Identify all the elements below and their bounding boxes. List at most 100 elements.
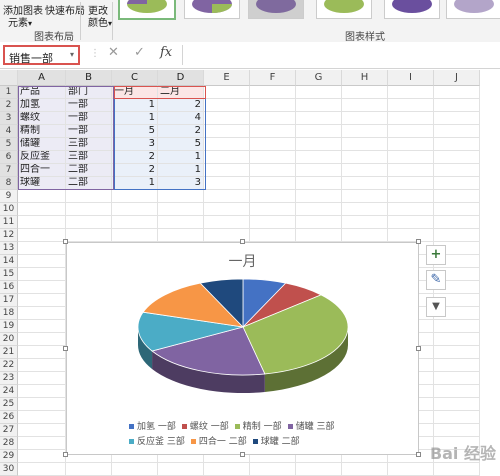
cell[interactable]: 5 [158,138,204,151]
cell[interactable] [434,398,480,411]
chart-style-1-thumbnail[interactable] [118,0,176,20]
cell[interactable] [434,177,480,190]
cell[interactable] [388,203,434,216]
cell[interactable] [158,190,204,203]
cell[interactable] [18,268,66,281]
row-header-21[interactable]: 21 [0,346,18,359]
row-header-2[interactable]: 2 [0,99,18,112]
legend-entry[interactable]: 四合一 二部 [190,434,247,447]
cell[interactable] [388,164,434,177]
cell[interactable]: 二部 [66,164,112,177]
row-header-14[interactable]: 14 [0,255,18,268]
legend-entry[interactable]: 加氢 一部 [129,419,176,432]
cell[interactable] [342,164,388,177]
cell[interactable]: 1 [112,99,158,112]
cell[interactable] [434,320,480,333]
cell[interactable] [112,190,158,203]
cell[interactable] [434,164,480,177]
row-header-25[interactable]: 25 [0,398,18,411]
column-header-j[interactable]: J [434,70,480,86]
row-header-15[interactable]: 15 [0,268,18,281]
cell[interactable]: 1 [112,177,158,190]
cell[interactable] [112,229,158,242]
cell[interactable]: 加氢 [18,99,66,112]
cell[interactable] [296,86,342,99]
cell[interactable] [250,190,296,203]
column-header-b[interactable]: B [66,70,112,86]
cell[interactable] [158,229,204,242]
cell[interactable]: 1 [112,112,158,125]
cell[interactable] [434,333,480,346]
cell[interactable] [66,203,112,216]
cell[interactable] [342,190,388,203]
cell[interactable]: 2 [112,164,158,177]
cell[interactable]: 三部 [66,138,112,151]
cell[interactable] [434,203,480,216]
header-cell[interactable]: 产品 [18,86,66,99]
cell[interactable] [18,229,66,242]
cell[interactable] [342,151,388,164]
cell[interactable] [342,125,388,138]
cell[interactable] [250,216,296,229]
cell[interactable] [342,177,388,190]
cell[interactable] [18,281,66,294]
header-cell[interactable]: 一月 [112,86,158,99]
cell[interactable] [204,125,250,138]
row-header-11[interactable]: 11 [0,216,18,229]
cell[interactable] [250,112,296,125]
cell[interactable] [250,151,296,164]
row-header-18[interactable]: 18 [0,307,18,320]
cell[interactable] [250,177,296,190]
cell[interactable]: 1 [158,151,204,164]
cell[interactable]: 球罐 [18,177,66,190]
cell[interactable] [342,229,388,242]
row-header-16[interactable]: 16 [0,281,18,294]
cell[interactable] [388,99,434,112]
cell[interactable] [18,216,66,229]
cell[interactable] [112,203,158,216]
cell[interactable] [250,203,296,216]
cell[interactable] [18,203,66,216]
resize-handle[interactable] [63,452,68,457]
cell[interactable] [18,242,66,255]
chart-style-2-thumbnail[interactable] [184,0,240,19]
resize-handle[interactable] [63,239,68,244]
cell[interactable] [204,203,250,216]
name-box[interactable]: 销售一部 ▾ [3,45,80,65]
cell[interactable]: 一部 [66,125,112,138]
chart-style-3-thumbnail[interactable] [248,0,304,19]
cell[interactable] [296,190,342,203]
cell[interactable]: 2 [112,151,158,164]
chart-style-5-thumbnail[interactable] [384,0,440,19]
cell[interactable] [434,424,480,437]
cell[interactable] [250,86,296,99]
row-header-6[interactable]: 6 [0,151,18,164]
cell[interactable]: 2 [158,99,204,112]
cell[interactable] [204,112,250,125]
resize-handle[interactable] [416,346,421,351]
column-header-i[interactable]: I [388,70,434,86]
cell[interactable] [434,216,480,229]
cell[interactable] [434,385,480,398]
cell[interactable]: 反应釜 [18,151,66,164]
column-header-h[interactable]: H [342,70,388,86]
cell[interactable] [342,216,388,229]
cell[interactable] [18,255,66,268]
cell[interactable] [434,346,480,359]
cell[interactable] [388,112,434,125]
cell[interactable]: 精制 [18,125,66,138]
row-header-3[interactable]: 3 [0,112,18,125]
cell[interactable]: 二部 [66,177,112,190]
resize-handle[interactable] [240,452,245,457]
cell[interactable] [158,216,204,229]
cell[interactable]: 3 [112,138,158,151]
cell[interactable] [296,138,342,151]
cell[interactable] [18,398,66,411]
cell[interactable] [388,177,434,190]
row-header-5[interactable]: 5 [0,138,18,151]
cell[interactable] [388,151,434,164]
cell[interactable] [342,86,388,99]
cell[interactable] [434,99,480,112]
cell[interactable] [296,151,342,164]
select-all-corner[interactable] [0,70,18,86]
